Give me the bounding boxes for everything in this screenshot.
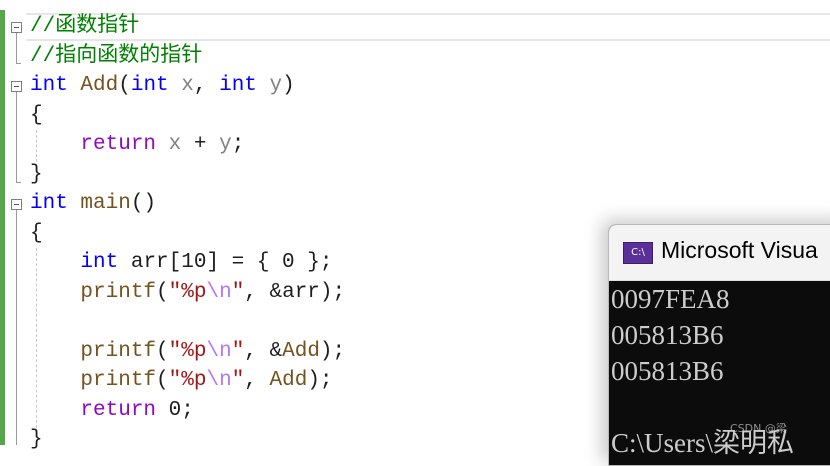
code-line[interactable]: int arr[10] = { 0 };: [30, 248, 332, 278]
console-titlebar[interactable]: C:\ Microsoft Visua: [609, 225, 830, 281]
console-window[interactable]: C:\ Microsoft Visua 0097FEA8 005813B6 0058…: [608, 224, 830, 466]
code-line[interactable]: //函数指针: [30, 12, 139, 42]
console-output-line: 005813B6: [611, 356, 724, 386]
code-token: \n: [206, 339, 232, 363]
code-line[interactable]: //指向函数的指针: [30, 42, 202, 72]
code-token: x: [168, 133, 182, 156]
outline-line: [16, 210, 17, 445]
code-token: int: [30, 192, 68, 215]
console-output-line: 005813B6: [611, 320, 724, 350]
code-token: "%p: [168, 339, 207, 363]
code-line[interactable]: }: [30, 425, 43, 455]
code-token: (: [156, 339, 169, 363]
code-token: {: [30, 103, 43, 127]
code-token: printf: [80, 280, 157, 304]
code-token: }: [30, 428, 43, 451]
code-token: (: [118, 74, 131, 97]
code-token: printf: [80, 369, 157, 392]
code-token: \n: [206, 369, 232, 392]
console-output[interactable]: 0097FEA8 005813B6 005813B6 C:\Users\梁明私: [609, 281, 830, 461]
code-token: ": [231, 369, 245, 392]
code-token: (: [156, 280, 169, 304]
code-token: //函数指针: [30, 15, 140, 38]
code-token: );: [307, 369, 333, 392]
code-token: ,: [244, 369, 270, 392]
code-token: +: [181, 133, 220, 156]
code-line[interactable]: printf("%p\n", &Add);: [30, 337, 345, 367]
code-line[interactable]: printf("%p\n", Add);: [30, 366, 333, 396]
outline-tick: [16, 63, 21, 64]
code-line[interactable]: return 0;: [30, 396, 194, 426]
code-token: );: [319, 339, 346, 363]
console-app-icon: C:\: [623, 242, 653, 264]
outline-line: [16, 33, 17, 63]
code-token: , &arr);: [244, 280, 346, 304]
code-line[interactable]: {: [30, 219, 43, 249]
collapse-icon[interactable]: [11, 22, 22, 33]
code-token: {: [30, 221, 43, 245]
code-token: ": [231, 280, 245, 304]
code-token: (: [156, 369, 169, 392]
code-line[interactable]: return x + y;: [30, 130, 244, 160]
code-token: Add: [269, 369, 308, 392]
code-token: main: [80, 192, 131, 215]
code-token: return: [80, 398, 157, 422]
change-indicator-bar: [0, 10, 5, 445]
code-token: Add: [80, 74, 119, 97]
console-output-line: 0097FEA8: [611, 284, 730, 314]
code-token: int: [130, 74, 169, 97]
code-token: x: [181, 74, 194, 97]
code-token: ,: [193, 74, 220, 97]
code-token: int: [80, 251, 119, 274]
code-token: y: [269, 74, 283, 97]
code-line[interactable]: {: [30, 101, 43, 131]
current-line-highlight: [26, 13, 830, 41]
code-line[interactable]: int Add(int x, int y): [30, 71, 295, 101]
code-line[interactable]: }: [30, 160, 43, 190]
code-token: printf: [80, 339, 157, 363]
console-output-line: C:\Users\梁明私: [611, 428, 795, 458]
code-token: "%p: [168, 280, 207, 304]
outline-line: [16, 92, 17, 182]
code-token: return: [80, 133, 157, 156]
code-token: , &: [244, 339, 283, 363]
watermark: CSDN @梁: [730, 422, 787, 435]
code-token: int: [30, 74, 68, 97]
code-token: Add: [282, 339, 320, 363]
code-token: \n: [206, 280, 232, 304]
code-token: y: [219, 133, 232, 156]
code-token: ;: [231, 133, 245, 156]
code-token: }: [30, 162, 43, 186]
code-token: "%p: [168, 369, 207, 392]
collapse-icon[interactable]: [11, 81, 22, 92]
code-token: ": [231, 339, 245, 363]
console-title: Microsoft Visua: [661, 237, 818, 263]
code-token: ): [282, 74, 295, 97]
code-token: (): [130, 192, 157, 215]
code-line[interactable]: int main(): [30, 189, 156, 219]
outline-tick: [16, 182, 21, 183]
code-token: 0;: [156, 398, 194, 422]
code-token: int: [219, 74, 257, 97]
code-line[interactable]: printf("%p\n", &arr);: [30, 278, 345, 308]
code-token: //指向函数的指针: [30, 44, 203, 68]
code-token: arr[10] = { 0 };: [118, 251, 333, 274]
collapse-icon[interactable]: [11, 199, 22, 210]
